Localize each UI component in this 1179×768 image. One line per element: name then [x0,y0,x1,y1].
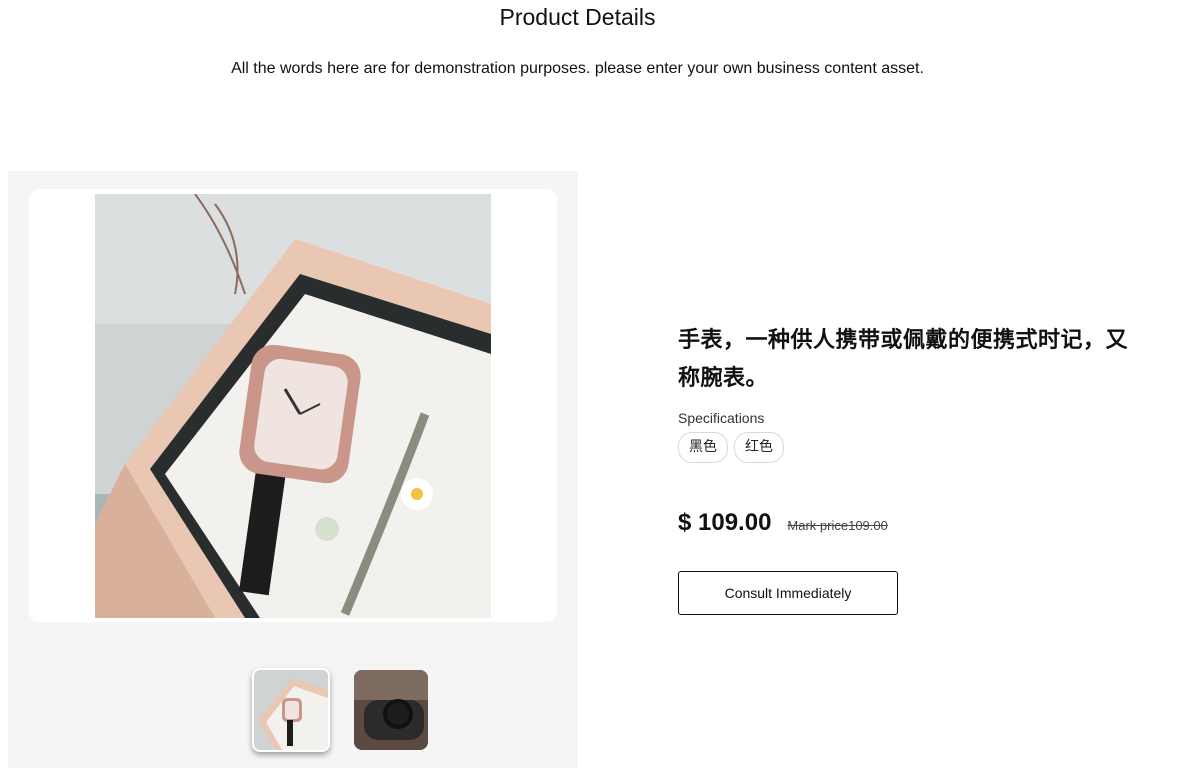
consult-button[interactable]: Consult Immediately [678,571,898,615]
main-image-frame [29,189,557,622]
spec-label: Specifications [678,410,765,426]
main-product-image [95,194,491,618]
thumbnail-watch-on-wrist[interactable] [354,670,428,750]
thumbnail-watch-in-box[interactable] [252,668,330,752]
spec-options: 黑色 红色 [678,432,1148,463]
product-title: 手表，一种供人携带或佩戴的便携式时记，又称腕表。 [678,328,1129,391]
spec-option-black[interactable]: 黑色 [678,432,728,463]
price: $ 109.00 [678,509,772,536]
price-row: $ 109.00 Mark price109.00 [678,509,1148,537]
spec-option-red[interactable]: 红色 [734,432,784,463]
page-title: Product Details [499,4,656,30]
thumbnail-strip [8,668,578,752]
product-gallery [8,171,578,768]
product-info: 手表，一种供人携带或佩戴的便携式时记，又称腕表。 Specifications … [678,322,1148,615]
mark-price: Mark price109.00 [787,518,888,533]
page-subtitle: All the words here are for demonstration… [231,60,924,77]
